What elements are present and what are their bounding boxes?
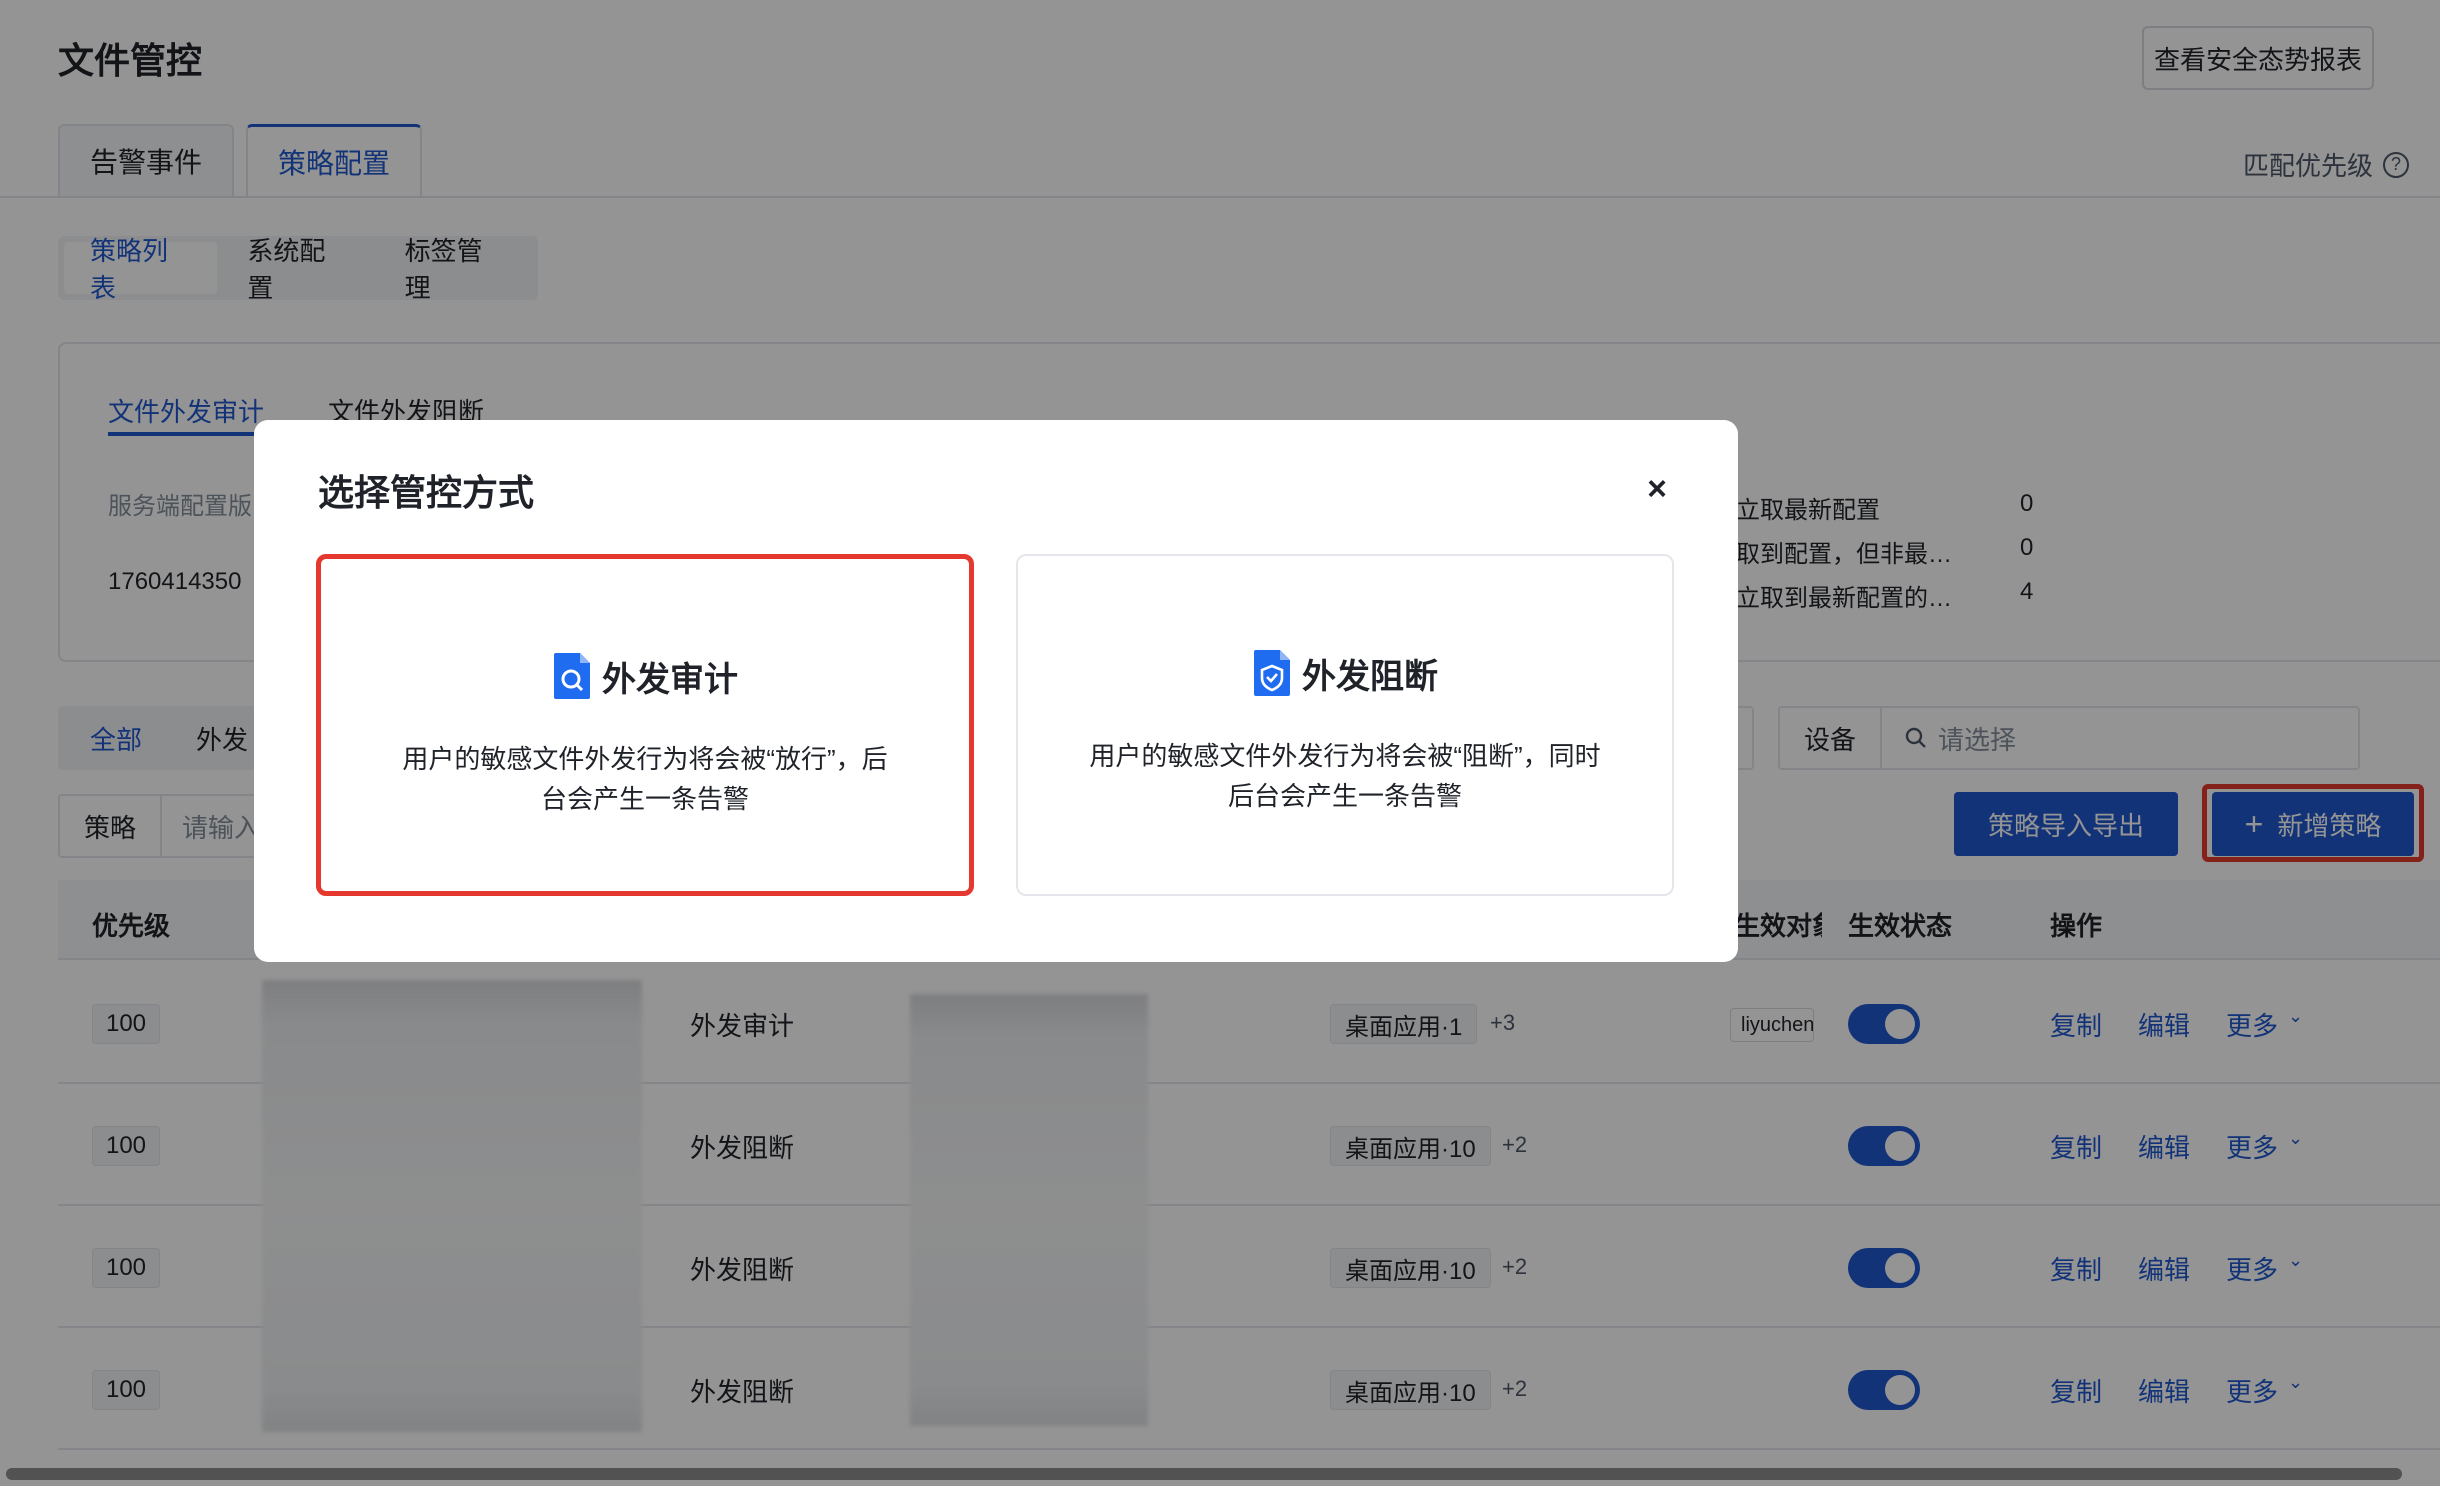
close-icon[interactable]: × — [1640, 470, 1674, 508]
option-out-audit[interactable]: 外发审计 用户的敏感文件外发行为将会被“放行”，后台会产生一条告警 — [316, 554, 974, 896]
option-description: 用户的敏感文件外发行为将会被“放行”，后台会产生一条告警 — [402, 744, 888, 814]
option-title: 外发审计 — [602, 660, 738, 699]
modal-title: 选择管控方式 — [318, 472, 535, 513]
document-search-icon — [554, 653, 590, 699]
option-description: 用户的敏感文件外发行为将会被“阻断”，同时后台会产生一条告警 — [1089, 741, 1601, 811]
option-header: 外发审计 — [321, 651, 969, 701]
option-out-block[interactable]: 外发阻断 用户的敏感文件外发行为将会被“阻断”，同时后台会产生一条告警 — [1016, 554, 1674, 896]
option-header: 外发阻断 — [1018, 648, 1672, 698]
option-title: 外发阻断 — [1302, 657, 1438, 696]
document-shield-icon — [1254, 650, 1290, 696]
